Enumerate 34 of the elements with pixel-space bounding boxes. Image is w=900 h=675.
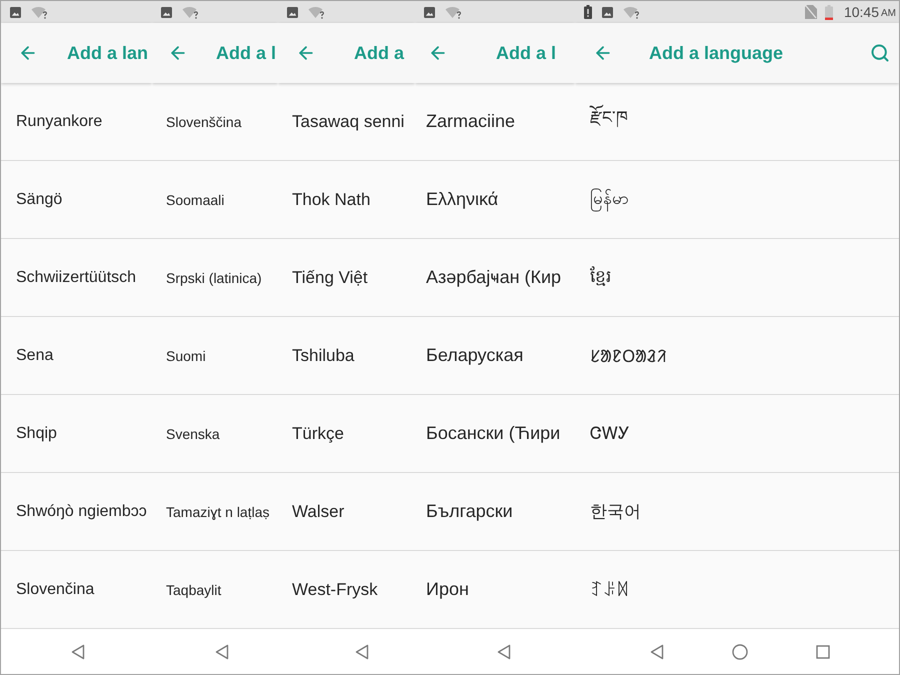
screen-title: Add a l [496, 42, 556, 64]
wifi-question-icon [623, 6, 640, 18]
recents-icon[interactable] [816, 644, 830, 658]
image-icon [10, 6, 21, 18]
wifi-question-icon [182, 6, 199, 18]
image-icon [424, 6, 435, 18]
back-icon[interactable] [355, 644, 369, 660]
home-icon[interactable] [732, 644, 748, 660]
language-item[interactable]: རྫོང་ཁ [575, 83, 899, 161]
image-icon [287, 6, 298, 18]
wifi-question-icon [31, 6, 48, 18]
back-icon[interactable] [71, 644, 85, 660]
battery-low-icon [824, 4, 833, 20]
clock-period: AM [881, 6, 896, 18]
screen-title: Add a l [216, 42, 276, 64]
battery-alert-icon [584, 5, 592, 19]
search-icon[interactable] [870, 43, 890, 63]
screen-title: Add a [354, 42, 404, 64]
screen-title: Add a lan [67, 42, 148, 64]
wifi-question-icon [308, 6, 325, 18]
language-item[interactable]: ᱥᱟᱱᱛᱟᱲᱤ [575, 317, 899, 395]
back-icon[interactable] [497, 644, 511, 660]
clock-time: 10:45 [844, 4, 879, 20]
language-item[interactable]: မြန်မာ [575, 161, 899, 239]
no-sim-icon [804, 5, 817, 19]
wifi-question-icon [445, 6, 462, 18]
back-icon[interactable] [650, 644, 664, 660]
language-item[interactable]: ខ្មែរ [575, 239, 899, 317]
image-icon [602, 6, 613, 18]
back-icon[interactable] [215, 644, 229, 660]
image-icon [161, 6, 172, 18]
screen-title: Add a language [649, 42, 784, 64]
language-item[interactable]: ᏣᎳᎩ [575, 395, 899, 473]
language-item[interactable]: 한국어 [575, 473, 899, 551]
